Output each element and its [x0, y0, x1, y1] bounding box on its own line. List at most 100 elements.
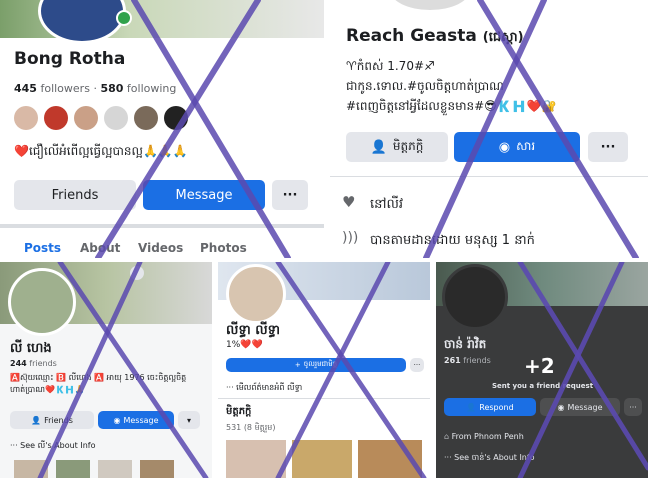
friends-button[interactable]: Friends — [14, 180, 136, 210]
profile-name: Bong Rotha — [14, 49, 126, 69]
avatar[interactable] — [442, 264, 508, 330]
avatar — [44, 106, 68, 130]
mutual-avatars[interactable] — [14, 106, 194, 132]
profile-name: លី ហេង — [10, 341, 52, 356]
avatar — [134, 106, 158, 130]
about-info-text: មើលព័ត៌មានអំពី លីទ្ធា — [236, 383, 303, 392]
more-button[interactable]: ··· — [272, 180, 308, 210]
location-row: ⌂ From Phnom Penh — [444, 432, 524, 441]
avatar[interactable] — [8, 268, 76, 336]
online-dot — [116, 10, 132, 26]
friends-number: 261 — [444, 356, 461, 365]
about-info-text: See លី's About Info — [20, 441, 96, 450]
followers-label: followers — [40, 82, 90, 95]
messenger-icon: ◉ — [113, 415, 121, 425]
bio-line-3: #ពេញចិត្តនៅអ្វីដែលខ្លួនមាន#😎🇰🇭❤️🔐 — [346, 99, 557, 113]
friends-count: 261 friends — [444, 356, 491, 365]
friend-icon: 👤 — [31, 415, 42, 425]
message-button[interactable]: Message — [143, 180, 265, 210]
more-button[interactable]: ··· — [410, 358, 424, 372]
friends-number: 244 — [10, 359, 27, 368]
photo-thumb[interactable] — [56, 460, 90, 478]
avatar — [104, 106, 128, 130]
avatar — [14, 106, 38, 130]
respond-icon: 👤 — [466, 402, 477, 412]
friend-request-text: Sent you a friend request — [492, 382, 594, 390]
profile-panel-bong-rotha: Bong Rotha 445 followers · 580 following… — [0, 0, 324, 258]
location-pin-icon: ⌂ — [444, 432, 452, 441]
profile-name: ចាន់ រ៉ាវិត — [444, 337, 487, 351]
dots-icon: ··· — [226, 383, 237, 392]
friend-thumb[interactable] — [358, 440, 422, 478]
respond-button[interactable]: 👤 Respond — [444, 398, 536, 416]
add-friend-label: ចូលរួមជាមិត្ត — [303, 360, 338, 368]
about-info-link[interactable]: ··· មើលព័ត៌មានអំពី លីទ្ធា — [226, 382, 302, 394]
profile-panel-reach-geasta: Reach Geasta (ជេស្តា) ♈កំពស់ 1.70#♐ ជាកូ… — [330, 0, 648, 258]
message-button[interactable]: ◉ Message — [540, 398, 620, 416]
dots-icon: ··· — [444, 453, 455, 462]
friends-label: friends — [29, 359, 57, 368]
followers-count: 445 — [14, 82, 37, 95]
about-info-link[interactable]: ··· See ចាន់'s About Info — [444, 452, 535, 464]
bio-text: ❤️ជឿលើអំពើល្អធ្វើល្អបានល្អ🙏🙏🙏 — [14, 144, 188, 158]
about-info-text: See ចាន់'s About Info — [454, 453, 535, 462]
friends-label: friends — [463, 356, 491, 365]
location-text: From Phnom Penh — [451, 432, 524, 441]
profile-name: លីទ្ធា លីទ្ធា — [226, 323, 281, 338]
message-label: សារ — [516, 139, 536, 153]
message-label: Message — [123, 415, 159, 425]
avatar[interactable] — [226, 264, 286, 324]
add-friend-icon: + — [294, 361, 301, 369]
avatar — [74, 106, 98, 130]
following-count: 580 — [100, 82, 124, 95]
about-info-link[interactable]: ··· See លី's About Info — [10, 440, 96, 452]
friends-count: 244 friends — [10, 359, 57, 368]
camera-icon[interactable] — [130, 266, 144, 280]
friends-button[interactable]: 👤 មិត្តភក្តិ — [346, 132, 448, 162]
name-text: Reach Geasta — [346, 26, 477, 46]
photo-thumb[interactable] — [140, 460, 174, 478]
more-button[interactable]: ··· — [624, 398, 642, 416]
dots-icon: ··· — [10, 441, 21, 450]
friends-button[interactable]: 👤 Friends — [10, 411, 94, 429]
rss-icon: ))) — [342, 230, 359, 246]
profile-panel-chan-ravit: ចាន់ រ៉ាវិត 261 friends +2 Sent you a fr… — [436, 262, 648, 478]
message-button[interactable]: ◉ សារ — [454, 132, 580, 162]
tab-posts[interactable]: Posts — [24, 241, 61, 255]
photo-thumb[interactable] — [98, 460, 132, 478]
heart-icon: ♥ — [342, 193, 356, 211]
more-button[interactable]: ··· — [588, 132, 628, 162]
messenger-icon: ◉ — [557, 402, 565, 412]
following-label: following — [126, 82, 177, 95]
plus-count: +2 — [524, 354, 555, 378]
friends-section-title: មិត្តភក្តិ — [226, 406, 252, 417]
name-suffix: (ជេស្តា) — [482, 30, 524, 45]
profile-panel-ly-heng: លី ហេង 244 friends 🅰️ស៊ុយឈ្មោះ 🅱️ លីហេង … — [0, 262, 212, 478]
tab-about[interactable]: About — [80, 241, 120, 255]
avatar[interactable] — [390, 0, 470, 10]
divider — [218, 398, 430, 399]
bio-line-2: ជាកូន.ទោល.#ចូលចិត្តហាត់ប្រាណ — [346, 79, 504, 93]
tab-photos[interactable]: Photos — [200, 241, 247, 255]
dropdown-button[interactable]: ▾ — [178, 411, 200, 429]
message-button[interactable]: ◉ Message — [98, 411, 174, 429]
profile-subtitle: 1%❤️❤️ — [226, 340, 263, 350]
relationship-status: នៅលីវ — [370, 197, 404, 212]
photo-thumb[interactable] — [14, 460, 48, 478]
bio-text: 🅰️ស៊ុយឈ្មោះ 🅱️ លីហេង 🅰️ អាយុ 1976 ចេះចិត… — [10, 373, 187, 394]
chevron-down-icon: ▾ — [186, 415, 191, 425]
add-friend-button[interactable]: + ចូលរួមជាមិត្ត — [226, 358, 406, 372]
friend-thumb[interactable] — [226, 440, 286, 478]
tab-videos[interactable]: Videos — [138, 241, 183, 255]
divider — [0, 224, 324, 228]
avatar — [164, 106, 188, 130]
profile-panel-lytha: លីទ្ធា លីទ្ធា 1%❤️❤️ + ចូលរួមជាមិត្ត ···… — [218, 262, 430, 478]
profile-name: Reach Geasta (ជេស្តា) — [346, 26, 524, 48]
friends-section-count: 531 (8 មិត្តរួម) — [226, 423, 276, 432]
divider — [330, 176, 648, 177]
messenger-icon: ◉ — [498, 139, 511, 155]
friend-thumb[interactable] — [292, 440, 352, 478]
message-label: Message — [567, 402, 603, 412]
friends-label: មិត្តភក្តិ — [392, 139, 424, 153]
friend-check-icon: 👤 — [370, 139, 387, 155]
